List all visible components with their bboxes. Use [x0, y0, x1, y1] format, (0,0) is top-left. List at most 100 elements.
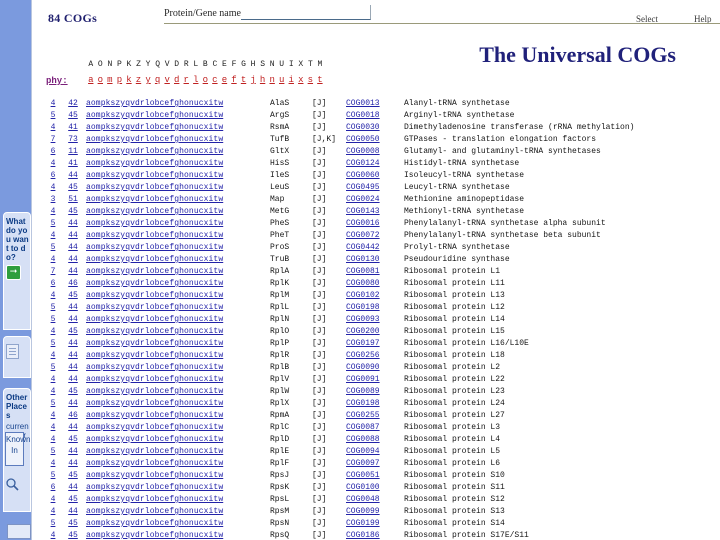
count-primary-link[interactable]: 4	[51, 507, 56, 516]
phylogeny-group-link[interactable]: l	[191, 75, 201, 85]
cog-id-link[interactable]: COG0255	[346, 411, 380, 420]
phyletic-pattern-link[interactable]: aompkszyqvdrlobcefghonucxitw	[86, 147, 223, 156]
count-primary-link[interactable]: 4	[51, 459, 56, 468]
phylogeny-group-link[interactable]: v	[162, 75, 172, 85]
cog-id-link[interactable]: COG0088	[346, 435, 380, 444]
count-secondary-link[interactable]: 44	[68, 243, 78, 252]
phyletic-pattern-link[interactable]: aompkszyqvdrlobcefghonucxitw	[86, 171, 223, 180]
cog-id-link[interactable]: COG0016	[346, 219, 380, 228]
count-primary-link[interactable]: 4	[51, 231, 56, 240]
phylogeny-group-link[interactable]: o	[96, 75, 106, 85]
phyletic-pattern-link[interactable]: aompkszyqvdrlobcefghonucxitw	[86, 255, 223, 264]
phyletic-pattern-link[interactable]: aompkszyqvdrlobcefghonucxitw	[86, 303, 223, 312]
count-primary-link[interactable]: 4	[51, 255, 56, 264]
known-in-button[interactable]: Known In	[5, 432, 30, 466]
count-secondary-link[interactable]: 46	[68, 411, 78, 420]
count-primary-link[interactable]: 5	[51, 447, 56, 456]
phyletic-pattern-link[interactable]: aompkszyqvdrlobcefghonucxitw	[86, 267, 223, 276]
count-secondary-link[interactable]: 44	[68, 459, 78, 468]
phylogeny-group-link[interactable]: s	[306, 75, 316, 85]
count-secondary-link[interactable]: 44	[68, 231, 78, 240]
phylogeny-group-link[interactable]: t	[315, 75, 325, 85]
phyletic-pattern-link[interactable]: aompkszyqvdrlobcefghonucxitw	[86, 447, 223, 456]
count-secondary-link[interactable]: 44	[68, 339, 78, 348]
cog-id-link[interactable]: COG0081	[346, 267, 380, 276]
count-primary-link[interactable]: 5	[51, 303, 56, 312]
count-secondary-link[interactable]: 44	[68, 483, 78, 492]
phylogeny-group-link[interactable]: a	[86, 75, 96, 85]
count-secondary-link[interactable]: 44	[68, 255, 78, 264]
cog-id-link[interactable]: COG0099	[346, 507, 380, 516]
count-primary-link[interactable]: 4	[51, 411, 56, 420]
cog-id-link[interactable]: COG0124	[346, 159, 380, 168]
phyletic-pattern-link[interactable]: aompkszyqvdrlobcefghonucxitw	[86, 279, 223, 288]
phylogeny-group-link[interactable]: j	[248, 75, 258, 85]
count-secondary-link[interactable]: 44	[68, 267, 78, 276]
phyletic-pattern-link[interactable]: aompkszyqvdrlobcefghonucxitw	[86, 363, 223, 372]
count-secondary-link[interactable]: 44	[68, 303, 78, 312]
cog-id-link[interactable]: COG0094	[346, 447, 380, 456]
phylogeny-group-link[interactable]: x	[296, 75, 306, 85]
phylogeny-group-link[interactable]: q	[153, 75, 163, 85]
phyletic-pattern-link[interactable]: aompkszyqvdrlobcefghonucxitw	[86, 183, 223, 192]
count-primary-link[interactable]: 7	[51, 135, 56, 144]
phyletic-pattern-link[interactable]: aompkszyqvdrlobcefghonucxitw	[86, 399, 223, 408]
count-secondary-link[interactable]: 45	[68, 387, 78, 396]
phylogeny-group-link[interactable]: h	[258, 75, 268, 85]
phyletic-pattern-link[interactable]: aompkszyqvdrlobcefghonucxitw	[86, 411, 223, 420]
phyletic-pattern-link[interactable]: aompkszyqvdrlobcefghonucxitw	[86, 531, 223, 540]
cog-id-link[interactable]: COG0008	[346, 147, 380, 156]
phylogeny-group-link[interactable]: i	[286, 75, 296, 85]
count-primary-link[interactable]: 4	[51, 387, 56, 396]
cog-id-link[interactable]: COG0051	[346, 471, 380, 480]
count-secondary-link[interactable]: 44	[68, 171, 78, 180]
count-primary-link[interactable]: 6	[51, 483, 56, 492]
count-primary-link[interactable]: 5	[51, 363, 56, 372]
cog-id-link[interactable]: COG0199	[346, 519, 380, 528]
count-secondary-link[interactable]: 45	[68, 327, 78, 336]
count-secondary-link[interactable]: 45	[68, 471, 78, 480]
cog-id-link[interactable]: COG0097	[346, 459, 380, 468]
magnifier-icon[interactable]	[5, 477, 19, 491]
task-pane-footer-button[interactable]	[7, 524, 31, 539]
cog-id-link[interactable]: COG0050	[346, 135, 380, 144]
count-primary-link[interactable]: 5	[51, 471, 56, 480]
count-primary-link[interactable]: 3	[51, 195, 56, 204]
cog-id-link[interactable]: COG0060	[346, 171, 380, 180]
cog-id-link[interactable]: COG0089	[346, 387, 380, 396]
phyletic-pattern-link[interactable]: aompkszyqvdrlobcefghonucxitw	[86, 471, 223, 480]
count-primary-link[interactable]: 4	[51, 531, 56, 540]
count-primary-link[interactable]: 4	[51, 495, 56, 504]
count-primary-link[interactable]: 4	[51, 291, 56, 300]
phyletic-pattern-link[interactable]: aompkszyqvdrlobcefghonucxitw	[86, 99, 223, 108]
count-primary-link[interactable]: 4	[51, 327, 56, 336]
cog-id-link[interactable]: COG0100	[346, 483, 380, 492]
phyletic-pattern-link[interactable]: aompkszyqvdrlobcefghonucxitw	[86, 135, 223, 144]
cog-id-link[interactable]: COG0080	[346, 279, 380, 288]
phyletic-pattern-link[interactable]: aompkszyqvdrlobcefghonucxitw	[86, 219, 223, 228]
count-primary-link[interactable]: 5	[51, 243, 56, 252]
phyletic-pattern-link[interactable]: aompkszyqvdrlobcefghonucxitw	[86, 339, 223, 348]
phylogeny-group-link[interactable]: u	[277, 75, 287, 85]
phylogeny-group-link[interactable]: y	[143, 75, 153, 85]
cog-id-link[interactable]: COG0256	[346, 351, 380, 360]
phyletic-pattern-link[interactable]: aompkszyqvdrlobcefghonucxitw	[86, 387, 223, 396]
count-secondary-link[interactable]: 42	[68, 99, 78, 108]
phylogeny-group-link[interactable]: o	[201, 75, 211, 85]
count-secondary-link[interactable]: 41	[68, 123, 78, 132]
count-secondary-link[interactable]: 51	[68, 195, 78, 204]
count-primary-link[interactable]: 5	[51, 399, 56, 408]
count-secondary-link[interactable]: 46	[68, 279, 78, 288]
phylogeny-group-link[interactable]: t	[239, 75, 249, 85]
count-primary-link[interactable]: 4	[51, 183, 56, 192]
count-secondary-link[interactable]: 45	[68, 531, 78, 540]
count-secondary-link[interactable]: 45	[68, 183, 78, 192]
phyletic-pattern-link[interactable]: aompkszyqvdrlobcefghonucxitw	[86, 243, 223, 252]
count-secondary-link[interactable]: 45	[68, 495, 78, 504]
search-input[interactable]	[241, 5, 371, 20]
phyletic-pattern-link[interactable]: aompkszyqvdrlobcefghonucxitw	[86, 459, 223, 468]
count-secondary-link[interactable]: 44	[68, 363, 78, 372]
phyletic-pattern-link[interactable]: aompkszyqvdrlobcefghonucxitw	[86, 327, 223, 336]
cog-id-link[interactable]: COG0186	[346, 531, 380, 540]
phyletic-pattern-link[interactable]: aompkszyqvdrlobcefghonucxitw	[86, 423, 223, 432]
